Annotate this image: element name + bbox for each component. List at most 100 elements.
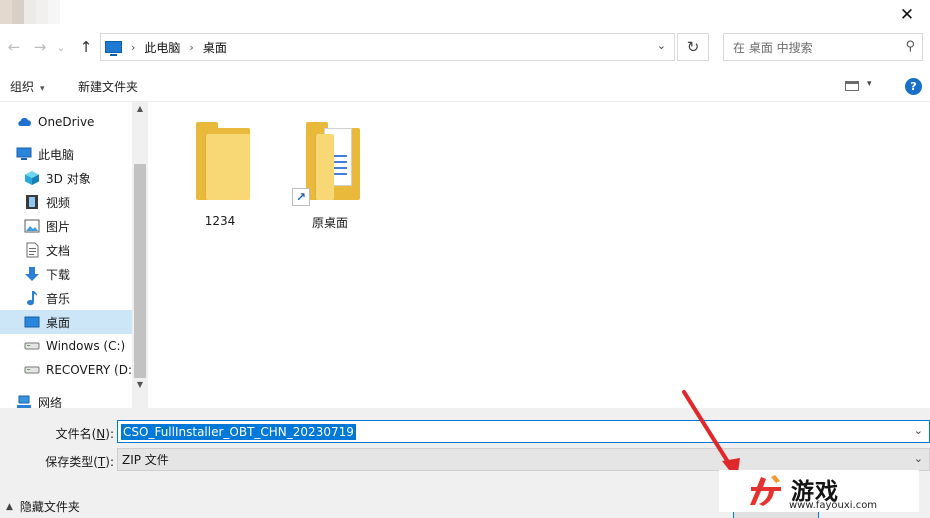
- folder-icon: [196, 122, 250, 200]
- close-button[interactable]: ✕: [884, 0, 930, 30]
- up-arrow-icon: ↑: [79, 38, 93, 56]
- scroll-down-icon[interactable]: ▼: [132, 380, 148, 389]
- sidebar-item-network[interactable]: 网络: [0, 390, 132, 408]
- computer-icon: [16, 146, 32, 162]
- sidebar-item-drive-d[interactable]: RECOVERY (D:): [0, 358, 132, 382]
- breadcrumb-separator: ›: [189, 40, 194, 54]
- drive-icon: [24, 362, 40, 378]
- blur-swatch: [12, 0, 24, 24]
- download-icon: [24, 266, 40, 282]
- sidebar-item-label: 视频: [46, 195, 71, 210]
- address-bar[interactable]: › 此电脑 › 桌面 ⌄: [100, 33, 675, 61]
- sidebar-item-this-pc[interactable]: 此电脑: [0, 142, 132, 166]
- network-icon: [16, 394, 32, 408]
- breadcrumb-desktop[interactable]: 桌面: [203, 39, 227, 56]
- recent-locations-button[interactable]: ⌄: [54, 36, 68, 58]
- back-arrow-icon: ←: [7, 38, 21, 56]
- command-bar: 组织 ▾ 新建文件夹 ▾ ?: [0, 70, 930, 102]
- scroll-up-icon[interactable]: ▲: [132, 104, 148, 113]
- sidebar-item-onedrive[interactable]: OneDrive: [0, 110, 132, 134]
- sidebar-item-label: 网络: [38, 395, 63, 409]
- save-type-select[interactable]: ZIP 文件 ⌄: [117, 448, 930, 471]
- computer-icon: [105, 41, 122, 56]
- hide-folders-label: 隐藏文件夹: [19, 500, 80, 514]
- sidebar-item-3d-objects[interactable]: 3D 对象: [0, 166, 132, 190]
- sidebar-item-label: Windows (C:): [46, 339, 126, 353]
- sidebar-item-documents[interactable]: 文档: [0, 238, 132, 262]
- blur-swatch: [36, 0, 48, 24]
- sidebar-item-pictures[interactable]: 图片: [0, 214, 132, 238]
- title-bar: ✕: [0, 0, 930, 30]
- sidebar-item-drive-c[interactable]: Windows (C:): [0, 334, 132, 358]
- sidebar-item-videos[interactable]: 视频: [0, 190, 132, 214]
- sidebar-item-label: 桌面: [46, 315, 71, 330]
- hide-folders-toggle[interactable]: ▲ 隐藏文件夹: [6, 498, 80, 515]
- file-name: 1234: [204, 214, 236, 228]
- chevron-down-icon: ⌄: [913, 452, 923, 465]
- organize-button[interactable]: 组织 ▾: [10, 78, 45, 95]
- blur-swatch: [0, 0, 12, 24]
- help-icon[interactable]: ?: [905, 78, 922, 95]
- search-input[interactable]: 在 桌面 中搜索 ⚲: [723, 33, 923, 61]
- blur-swatch: [48, 0, 60, 24]
- navigation-pane: OneDrive 此电脑 3D 对象 视频 图片 文档 下载 音乐 桌面 Win…: [0, 102, 148, 408]
- music-icon: [24, 290, 40, 306]
- watermark-logo: 游戏 www.fayouxi.com: [719, 470, 919, 512]
- file-name: 原桌面: [311, 216, 348, 230]
- caret-down-icon: ▾: [40, 84, 45, 94]
- file-item-folder-1234[interactable]: 1234: [175, 110, 265, 228]
- shortcut-arrow-icon: ↗: [292, 188, 310, 206]
- breadcrumb-separator: ›: [131, 40, 136, 54]
- view-options-icon[interactable]: [845, 81, 859, 91]
- organize-label: 组织: [10, 80, 35, 94]
- cloud-icon: [16, 114, 32, 130]
- navigation-scrollbar[interactable]: ▲ ▼: [132, 102, 148, 408]
- breadcrumb-this-pc[interactable]: 此电脑: [144, 39, 180, 56]
- sidebar-item-label: 文档: [46, 243, 71, 258]
- file-list: 1234 ↗ 原桌面: [148, 102, 930, 408]
- filename-label: 文件名(N):: [55, 427, 114, 441]
- close-icon: ✕: [899, 5, 915, 25]
- watermark-url: www.fayouxi.com: [789, 500, 878, 511]
- pictures-icon: [24, 218, 40, 234]
- sidebar-item-label: 下载: [46, 267, 71, 282]
- sidebar-item-label: 音乐: [46, 291, 71, 306]
- sidebar-item-desktop[interactable]: 桌面: [0, 310, 132, 334]
- sidebar-item-label: OneDrive: [38, 115, 95, 129]
- desktop-icon: [24, 314, 40, 330]
- caret-up-icon: ▲: [6, 501, 13, 512]
- view-options-caret-icon[interactable]: ▾: [867, 79, 872, 89]
- address-dropdown-icon[interactable]: ⌄: [657, 39, 666, 52]
- filename-value: CSO_FullInstaller_OBT_CHN_20230719: [121, 423, 356, 440]
- search-placeholder: 在 桌面 中搜索: [733, 40, 813, 55]
- new-folder-label: 新建文件夹: [78, 80, 139, 94]
- file-item-folder-shortcut[interactable]: ↗ 原桌面: [285, 110, 375, 230]
- 3d-objects-icon: [24, 170, 40, 186]
- search-icon[interactable]: ⚲: [905, 39, 915, 54]
- video-icon: [24, 194, 40, 210]
- sidebar-item-label: 此电脑: [38, 147, 75, 162]
- forward-button[interactable]: →: [30, 36, 50, 58]
- save-type-label: 保存类型(T):: [45, 455, 114, 469]
- scrollbar-thumb[interactable]: [134, 164, 146, 378]
- sidebar-item-label: 图片: [46, 219, 71, 234]
- blur-swatch: [24, 0, 36, 24]
- forward-arrow-icon: →: [33, 38, 47, 56]
- back-button[interactable]: ←: [4, 36, 24, 58]
- drive-icon: [24, 338, 40, 354]
- documents-icon: [24, 242, 40, 258]
- up-button[interactable]: ↑: [76, 36, 96, 58]
- filename-input[interactable]: CSO_FullInstaller_OBT_CHN_20230719 ⌄: [117, 420, 930, 443]
- sidebar-item-label: 3D 对象: [46, 171, 91, 186]
- chevron-down-icon: ⌄: [56, 40, 66, 54]
- sidebar-item-label: RECOVERY (D:): [46, 363, 132, 377]
- blurred-app-icon: [0, 0, 62, 24]
- folder-shortcut-icon: ↗: [292, 122, 360, 206]
- sidebar-item-downloads[interactable]: 下载: [0, 262, 132, 286]
- sidebar-item-music[interactable]: 音乐: [0, 286, 132, 310]
- new-folder-button[interactable]: 新建文件夹: [78, 78, 138, 95]
- save-type-value: ZIP 文件: [122, 453, 169, 467]
- chevron-down-icon[interactable]: ⌄: [914, 424, 923, 437]
- refresh-button[interactable]: ↻: [677, 33, 709, 61]
- logo-mark-icon: [750, 475, 781, 506]
